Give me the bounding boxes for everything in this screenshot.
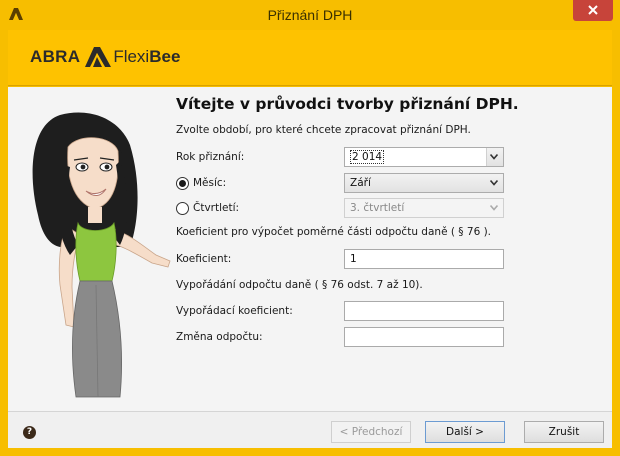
month-radio[interactable] xyxy=(176,177,189,190)
month-select[interactable]: Září xyxy=(344,173,504,193)
next-button[interactable]: Další > xyxy=(425,421,505,443)
year-value: 2 014 xyxy=(350,150,385,164)
quarter-label: Čtvrtletí: xyxy=(193,202,240,214)
coefficient-info: Koeficient pro výpočet poměrné části odp… xyxy=(176,226,492,238)
settlement-info: Vypořádání odpočtu daně ( § 76 odst. 7 a… xyxy=(176,279,423,291)
title-bar[interactable]: Přiznání DPH xyxy=(0,0,620,30)
quarter-select: 3. čtvrtletí xyxy=(344,198,504,218)
assistant-woman-illustration xyxy=(32,112,171,398)
settlement-coefficient-label: Vypořádací koeficient: xyxy=(176,305,293,317)
abra-flexibee-logo: ABRA Flexi Bee xyxy=(30,46,180,68)
deduction-change-input[interactable] xyxy=(344,327,504,347)
logo-abra-text: ABRA xyxy=(30,47,81,66)
coefficient-label: Koeficient: xyxy=(176,253,232,265)
previous-button[interactable]: < Předchozí xyxy=(331,421,411,443)
quarter-value: 3. čtvrtletí xyxy=(350,202,405,214)
logo-flexi-text: Flexi xyxy=(113,47,150,66)
logo-bee-text: Bee xyxy=(149,47,181,66)
intro-text: Zvolte období, pro které chcete zpracova… xyxy=(176,124,471,136)
deduction-change-label: Změna odpočtu: xyxy=(176,331,263,343)
help-icon[interactable]: ? xyxy=(23,426,36,439)
quarter-radio[interactable] xyxy=(176,202,189,215)
chevron-down-icon xyxy=(490,180,498,186)
abra-logo-icon xyxy=(85,47,112,67)
coefficient-input[interactable]: 1 xyxy=(344,249,504,269)
wizard-footer: ? < Předchozí Další > Zrušit xyxy=(8,411,612,448)
wizard-window: Přiznání DPH ABRA Flexi Bee Vítejte v pr… xyxy=(0,0,620,456)
settlement-coefficient-input[interactable] xyxy=(344,301,504,321)
wizard-heading: Vítejte v průvodci tvorby přiznání DPH. xyxy=(176,95,519,113)
year-select[interactable]: 2 014 xyxy=(344,147,504,167)
close-window-button[interactable] xyxy=(573,0,613,21)
year-label: Rok přiznání: xyxy=(176,151,245,163)
month-label: Měsíc: xyxy=(193,177,227,189)
chevron-down-icon xyxy=(490,205,498,211)
brand-header: ABRA Flexi Bee xyxy=(8,30,612,86)
close-icon xyxy=(588,5,598,15)
chevron-down-icon xyxy=(490,154,498,160)
wizard-content: Vítejte v průvodci tvorby přiznání DPH. … xyxy=(8,87,612,411)
window-title: Přiznání DPH xyxy=(267,7,353,23)
month-value: Září xyxy=(350,177,371,189)
cancel-button[interactable]: Zrušit xyxy=(524,421,604,443)
